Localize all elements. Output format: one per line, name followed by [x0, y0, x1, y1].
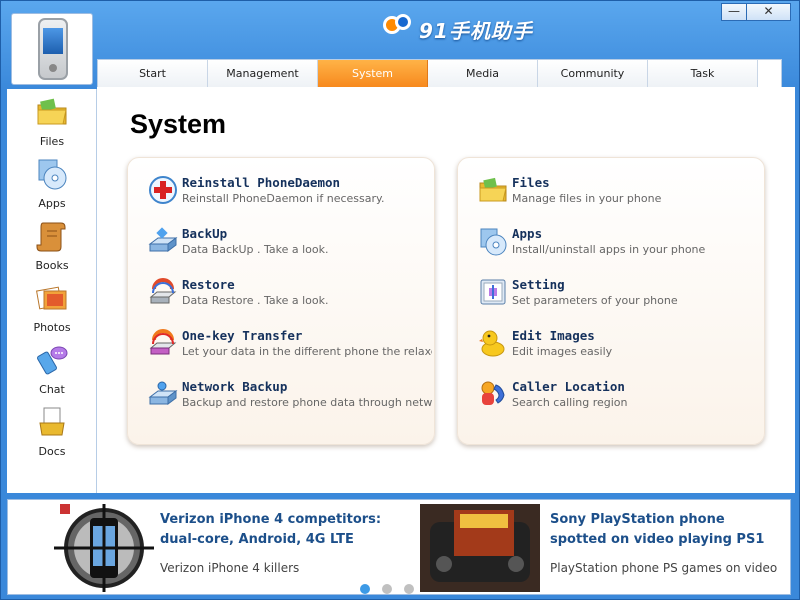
network-backup-icon [148, 381, 178, 405]
carousel-dot-2[interactable] [382, 584, 392, 594]
phone-management-panel: Files Manage files in your phone Apps In… [457, 157, 765, 445]
backup-drive-icon [148, 227, 178, 252]
transfer-icon [149, 329, 177, 355]
tab-task[interactable]: Task [648, 60, 758, 87]
app-window: 91手机助手 — ✕ Start Management System Media… [0, 0, 800, 600]
item-title: Apps [512, 226, 543, 241]
sidebar-item-label: Files [39, 135, 65, 148]
sidebar-item-docs[interactable]: Docs [7, 401, 97, 461]
backup-item[interactable]: BackUp Data BackUp . Take a look. [148, 226, 428, 266]
restore-item[interactable]: Restore Data Restore . Take a look. [148, 277, 428, 317]
apps-disc-icon [480, 228, 507, 256]
sidebar-item-label: Photos [33, 321, 71, 334]
window-controls: — ✕ [721, 3, 791, 21]
sidebar: Files Apps Books Photos Chat Docs [7, 89, 97, 493]
tab-community[interactable]: Community [538, 60, 648, 87]
news-subtitle-2: PlayStation phone PS games on video [550, 561, 778, 575]
close-button[interactable]: ✕ [747, 3, 791, 21]
docs-icon [39, 407, 65, 436]
news-thumbnail-iphone[interactable] [44, 504, 164, 592]
network-backup-item[interactable]: Network Backup Backup and restore phone … [148, 379, 432, 419]
one-key-transfer-item[interactable]: One-key Transfer Let your data in the di… [148, 328, 432, 368]
folder-icon [37, 98, 67, 125]
item-title: BackUp [182, 226, 228, 241]
item-description: Data BackUp . Take a look. [182, 243, 329, 256]
news-subtitle-1: Verizon iPhone 4 killers [160, 561, 300, 575]
folder-icon [479, 177, 507, 202]
item-description: Set parameters of your phone [512, 294, 678, 307]
apps-item[interactable]: Apps Install/uninstall apps in your phon… [478, 226, 758, 266]
iphone-crosshair-image [44, 504, 164, 592]
news-headline-1[interactable]: Verizon iPhone 4 competitors: dual-core,… [160, 510, 390, 550]
item-title: Setting [512, 277, 565, 292]
news-headline-2[interactable]: Sony PlayStation phone spotted on video … [550, 510, 780, 550]
restore-icon [149, 278, 177, 304]
item-description: Backup and restore phone data through ne… [182, 396, 432, 409]
main-content: System Reinstall PhoneDaemon Reinstall P… [97, 87, 795, 493]
apps-disc-icon [38, 159, 67, 190]
edit-images-item[interactable]: Edit Images Edit images easily [478, 328, 758, 368]
scroll-book-icon [36, 222, 66, 252]
sidebar-item-label: Books [35, 259, 69, 272]
phone-icon [38, 18, 68, 80]
item-title: One-key Transfer [182, 328, 303, 343]
item-description: Reinstall PhoneDaemon if necessary. [182, 192, 385, 205]
item-title: Files [512, 175, 550, 190]
tab-start[interactable]: Start [98, 60, 208, 87]
main-tabs: Start Management System Media Community … [97, 59, 782, 94]
item-description: Let your data in the different phone the… [182, 345, 432, 358]
sidebar-item-chat[interactable]: Chat [7, 339, 97, 399]
duck-icon [479, 330, 505, 357]
photos-icon [36, 286, 67, 310]
item-description: Install/uninstall apps in your phone [512, 243, 706, 256]
sidebar-item-files[interactable]: Files [7, 91, 97, 151]
sidebar-item-photos[interactable]: Photos [7, 277, 97, 337]
device-avatar[interactable] [11, 13, 93, 85]
sidebar-item-label: Chat [39, 383, 65, 396]
item-description: Search calling region [512, 396, 628, 409]
news-thumbnail-playstation[interactable] [420, 504, 540, 592]
item-title: Edit Images [512, 328, 595, 343]
carousel-dots [360, 584, 426, 594]
tab-management[interactable]: Management [208, 60, 318, 87]
sidebar-item-apps[interactable]: Apps [7, 153, 97, 213]
playstation-phone-image [420, 504, 540, 592]
sidebar-item-label: Apps [38, 197, 66, 210]
setting-item[interactable]: Setting Set parameters of your phone [478, 277, 758, 317]
sidebar-item-books[interactable]: Books [7, 215, 97, 275]
reinstall-phonedaemon-item[interactable]: Reinstall PhoneDaemon Reinstall PhoneDae… [148, 175, 428, 215]
sidebar-item-label: Docs [38, 445, 66, 458]
item-description: Manage files in your phone [512, 192, 662, 205]
minimize-button[interactable]: — [721, 3, 747, 21]
item-title: Caller Location [512, 379, 625, 394]
chat-icon [37, 346, 68, 375]
carousel-dot-3[interactable] [404, 584, 414, 594]
system-tools-panel: Reinstall PhoneDaemon Reinstall PhoneDae… [127, 157, 435, 445]
files-item[interactable]: Files Manage files in your phone [478, 175, 758, 215]
page-title: System [130, 109, 227, 139]
caller-location-item[interactable]: Caller Location Search calling region [478, 379, 758, 419]
logo-icon [381, 12, 415, 46]
app-title: 91手机助手 [419, 18, 533, 43]
item-title: Network Backup [182, 379, 288, 394]
item-description: Data Restore . Take a look. [182, 294, 329, 307]
item-title: Restore [182, 277, 235, 292]
tab-media[interactable]: Media [428, 60, 538, 87]
setting-icon [480, 279, 506, 305]
caller-location-icon [481, 381, 505, 405]
app-logo: 91手机助手 [381, 9, 533, 49]
item-title: Reinstall PhoneDaemon [182, 175, 341, 190]
news-bar: Verizon iPhone 4 competitors: dual-core,… [7, 499, 791, 595]
item-description: Edit images easily [512, 345, 613, 358]
medical-cross-icon [149, 176, 177, 204]
carousel-dot-1[interactable] [360, 584, 370, 594]
tab-system[interactable]: System [318, 60, 428, 94]
